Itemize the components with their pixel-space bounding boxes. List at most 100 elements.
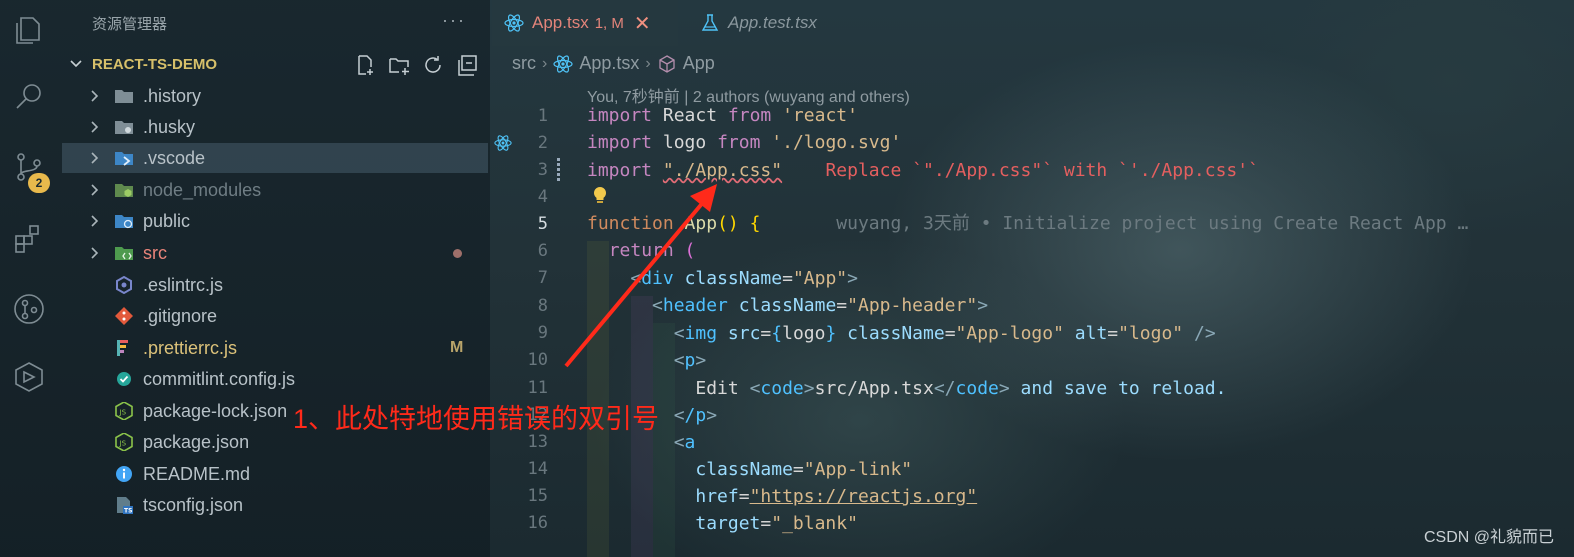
line-number: 1: [537, 106, 548, 126]
breadcrumb: src › App.tsx › App: [512, 53, 715, 74]
line-number: 9: [537, 323, 548, 343]
modified-badge: M: [450, 339, 464, 356]
tree-item-src[interactable]: src: [62, 238, 488, 268]
tree-item-readme[interactable]: README.md: [62, 459, 488, 489]
new-folder-icon[interactable]: [386, 52, 412, 78]
tab-app-tsx[interactable]: App.tsx 1, M ✕: [492, 0, 678, 46]
explorer-icon[interactable]: [10, 12, 48, 50]
inline-blame: wuyang, 3天前 • Initialize project using C…: [836, 213, 1469, 234]
code-line-6[interactable]: return (: [587, 237, 696, 264]
tree-item-prettierrc[interactable]: .prettierrc.js M: [62, 333, 488, 363]
folder-public-icon: [115, 215, 133, 229]
code-line-16[interactable]: target="_blank": [587, 510, 858, 537]
code-line-7[interactable]: <div className="App">: [587, 265, 858, 292]
explorer-more-button[interactable]: ···: [442, 10, 466, 31]
folder-icon: [115, 90, 133, 103]
git-graph-icon[interactable]: [10, 290, 48, 328]
project-header[interactable]: REACT-TS-DEMO: [62, 52, 488, 78]
extensions-icon[interactable]: [10, 220, 48, 258]
close-icon[interactable]: ✕: [634, 11, 651, 36]
tree-item-node-modules[interactable]: node_modules: [62, 175, 488, 205]
tab-label: App.tsx: [532, 13, 589, 32]
commitlint-icon: [117, 372, 131, 386]
line-number: 16: [527, 513, 548, 533]
react-icon: [504, 14, 524, 32]
chevron-right-icon: [91, 152, 99, 164]
new-file-icon[interactable]: [352, 52, 378, 78]
code-line-11[interactable]: Edit <code>src/App.tsx</code> and save t…: [587, 375, 1226, 402]
tree-item-commitlint[interactable]: commitlint.config.js: [62, 364, 488, 394]
line-number: 10: [527, 350, 548, 370]
tree-item-label: .history: [143, 86, 202, 106]
code-line-8[interactable]: <header className="App-header">: [587, 292, 988, 319]
folder-vscode-icon: [115, 152, 133, 166]
tree-item-public[interactable]: public: [62, 206, 488, 236]
dirty-diff-indicator[interactable]: [557, 158, 560, 183]
line-number: 14: [527, 459, 548, 479]
code-line-9[interactable]: <img src={logo} className="App-logo" alt…: [587, 320, 1216, 347]
code-line-1[interactable]: import React from 'react': [587, 102, 858, 129]
nodejs-icon: JS: [115, 433, 133, 451]
chevron-right-icon: [91, 184, 99, 196]
chevron-right-icon: [91, 215, 99, 227]
lightbulb-icon[interactable]: [592, 186, 608, 206]
info-icon: [116, 466, 132, 482]
line-number: 6: [537, 241, 548, 261]
tree-item-husky[interactable]: .husky: [62, 112, 488, 142]
breadcrumb-symbol[interactable]: App: [683, 53, 715, 74]
line-number-current: 5: [537, 214, 548, 234]
tree-item-gitignore[interactable]: .gitignore: [62, 301, 488, 331]
nodejs-icon: JS: [115, 402, 133, 420]
code-line-10[interactable]: <p>: [587, 347, 707, 374]
tree-item-label: package-lock.json: [143, 401, 288, 421]
line-number: 15: [527, 486, 548, 506]
tree-item-label: package.json: [143, 432, 250, 452]
watermark: CSDN @礼貌而已: [1423, 529, 1554, 546]
tab-label: App.test.tsx: [728, 13, 817, 32]
tree-item-label: .eslintrc.js: [143, 275, 224, 295]
collapse-all-icon[interactable]: [454, 52, 480, 78]
breadcrumb-file[interactable]: App.tsx: [579, 53, 639, 74]
svg-text:TS: TS: [124, 508, 132, 515]
remote-explorer-icon[interactable]: [10, 358, 48, 396]
svg-text:JS: JS: [119, 440, 127, 448]
tree-item-history[interactable]: .history: [62, 81, 488, 111]
chevron-right-icon: ›: [542, 54, 548, 72]
line-number: 2: [537, 133, 548, 153]
typescript-icon: TS: [117, 497, 133, 515]
tree-item-label: .gitignore: [143, 306, 218, 326]
prettier-icon: [117, 340, 128, 356]
tree-item-label: public: [143, 211, 191, 231]
svg-text:JS: JS: [119, 409, 127, 417]
tree-item-eslintrc[interactable]: .eslintrc.js: [62, 270, 488, 300]
breadcrumb-folder[interactable]: src: [512, 53, 536, 74]
tree-item-label: README.md: [143, 464, 251, 484]
line-number: 7: [537, 268, 548, 288]
folder-node-icon: [115, 184, 133, 197]
code-line-2[interactable]: import logo from './logo.svg': [587, 129, 901, 156]
chevron-down-icon: [70, 60, 82, 68]
flask-icon: [701, 14, 719, 31]
editor-tabs: App.tsx 1, M ✕ App.test.tsx: [492, 0, 1574, 46]
tree-item-tsconfig[interactable]: TS tsconfig.json: [62, 490, 488, 520]
code-line-3[interactable]: import "./App.css" Replace `"./App.css"`…: [587, 157, 1259, 184]
tree-item-vscode[interactable]: .vscode: [62, 143, 488, 173]
git-icon: [115, 307, 133, 325]
modified-dot: [453, 249, 462, 258]
code-line-15[interactable]: href="https://reactjs.org": [587, 483, 977, 510]
explorer-title: 资源管理器: [92, 16, 168, 33]
search-icon[interactable]: [10, 78, 48, 116]
lint-error-string: "./App.css": [662, 160, 783, 181]
tree-item-label: .prettierrc.js: [143, 338, 238, 358]
chevron-right-icon: [91, 90, 99, 102]
code-line-14[interactable]: className="App-link": [587, 456, 912, 483]
tab-app-test-tsx[interactable]: App.test.tsx: [688, 0, 817, 46]
eslint-icon: [116, 276, 132, 294]
line-number: 11: [527, 378, 548, 398]
refresh-icon[interactable]: [420, 52, 446, 78]
source-control-badge: 2: [28, 173, 50, 193]
code-line-5[interactable]: function App() { wuyang, 3天前 • Initializ…: [587, 210, 1468, 237]
folder-husky-icon: [115, 121, 133, 134]
activity-bar: 2: [0, 0, 60, 557]
tab-status: 1, M: [594, 14, 624, 32]
